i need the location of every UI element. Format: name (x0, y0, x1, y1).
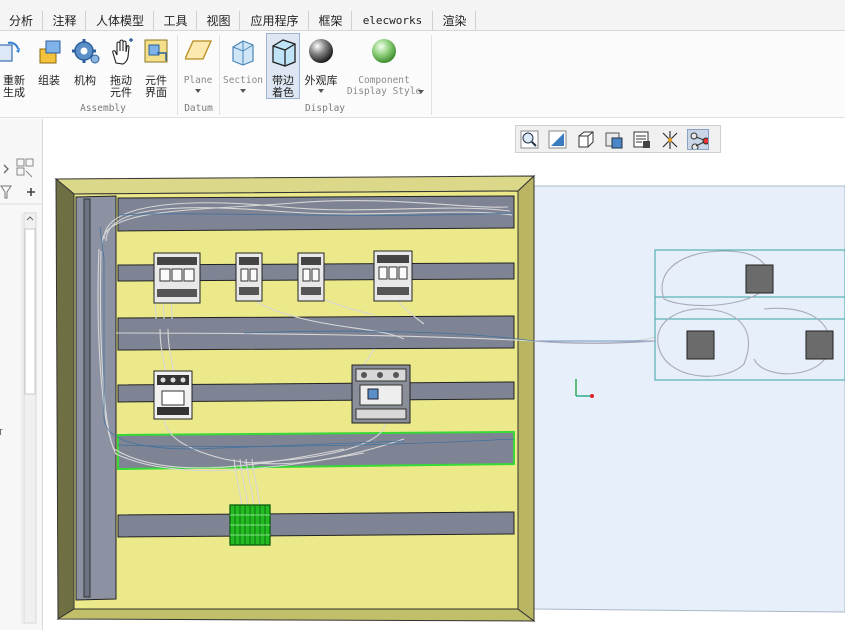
assemble-button[interactable]: 组装 (32, 35, 66, 101)
ribbon-toolbar: 重新 生成 组装 机构 拖动 元件 元件 界面 Plane Section 带边… (0, 31, 845, 118)
tree-edge-text: T (0, 428, 3, 437)
tab-render[interactable]: 渲染 (434, 11, 476, 31)
section-dropdown-arrow[interactable] (240, 89, 246, 93)
settings-grid-icon[interactable] (16, 158, 34, 178)
cabinet-bottom-bevel (56, 608, 536, 622)
contactor-k3[interactable] (297, 252, 325, 302)
tab-annotate[interactable]: 注释 (44, 11, 86, 31)
cabinet-left-edge (55, 177, 75, 620)
appearance-label: 外观库 (304, 74, 338, 87)
shaded-label-line2: 着色 (272, 86, 294, 99)
cabinet-right-edge (517, 174, 535, 622)
appearance-dropdown-arrow[interactable] (318, 89, 324, 93)
collapse-tree-icon[interactable] (3, 164, 9, 174)
tab-tools[interactable]: 工具 (155, 11, 197, 31)
contactor-k4[interactable] (373, 250, 413, 302)
section-label: Section (222, 75, 264, 86)
plane-dropdown-arrow[interactable] (195, 89, 201, 93)
section-icon (232, 40, 254, 66)
tab-applications[interactable]: 应用程序 (241, 11, 309, 31)
component-interface-label-line1: 元件 (145, 74, 167, 87)
gear-icon (72, 39, 100, 64)
tab-human-model[interactable]: 人体模型 (87, 11, 154, 31)
graphics-viewport[interactable] (44, 119, 845, 630)
component-display-style-button[interactable]: Component Display Style (342, 35, 426, 101)
regenerate-label-line2: 生成 (3, 86, 25, 99)
device-box-top[interactable] (745, 264, 774, 294)
device-box-left[interactable] (686, 330, 715, 360)
group-label-display: Display (304, 103, 346, 114)
mechanism-label: 机构 (74, 74, 96, 87)
graphics-view-toolbar (515, 125, 721, 153)
assemble-label: 组装 (38, 74, 60, 87)
motor-protection-breaker[interactable] (351, 364, 411, 424)
display-style-icon[interactable] (603, 129, 625, 150)
tab-view[interactable]: 视图 (198, 11, 240, 31)
component-interface-label-line2: 界面 (145, 86, 167, 99)
hand-icon (112, 38, 133, 65)
plane-button[interactable]: Plane (180, 35, 216, 101)
terminal-block[interactable] (229, 504, 271, 546)
tree-scrollbar[interactable] (23, 212, 37, 624)
contactor-k1[interactable] (153, 252, 201, 304)
group-label-datum: Datum (184, 103, 213, 114)
drag-label-line1: 拖动 (110, 74, 132, 87)
drag-label-line2: 元件 (110, 86, 132, 99)
component-display-dropdown-arrow[interactable] (418, 90, 424, 94)
component-interface-icon (144, 39, 168, 63)
section-button[interactable]: Section (222, 35, 264, 101)
cad-application-window: 分析 注释 人体模型 工具 视图 应用程序 框架 elecworks 渲染 重新… (0, 0, 845, 630)
saved-orientation-icon[interactable] (575, 129, 597, 150)
shaded-with-edges-button[interactable]: 带边 着色 (266, 33, 300, 99)
tab-framework[interactable]: 框架 (310, 11, 352, 31)
plane-icon (185, 40, 213, 60)
tab-analysis[interactable]: 分析 (0, 11, 43, 31)
view-manager-icon[interactable] (631, 129, 653, 150)
green-sphere-icon (372, 39, 396, 63)
selected-rail[interactable] (117, 430, 515, 471)
tab-elecworks[interactable]: elecworks (353, 11, 433, 31)
contactor-k2[interactable] (235, 252, 263, 302)
datum-display-icon[interactable] (659, 129, 681, 150)
regenerate-label-line1: 重新 (3, 74, 25, 87)
regenerate-icon (0, 41, 20, 62)
vertical-duct-rib (83, 198, 91, 598)
component-display-label-line1: Component (358, 75, 410, 86)
cube-shaded-icon (272, 39, 296, 67)
sphere-icon (309, 39, 333, 63)
component-display-label-line2: Display Style (346, 86, 422, 97)
model-tree-panel: T (0, 119, 43, 630)
component-interface-button[interactable]: 元件 界面 (139, 35, 173, 101)
device-box-right[interactable] (805, 330, 834, 360)
group-label-assembly: Assembly (80, 103, 126, 114)
contactor-k5[interactable] (153, 370, 193, 420)
ribbon-tab-bar: 分析 注释 人体模型 工具 视图 应用程序 框架 elecworks 渲染 (0, 0, 845, 31)
assemble-icon (39, 40, 61, 64)
add-icon[interactable] (27, 188, 35, 196)
shaded-label-line1: 带边 (272, 74, 294, 87)
regenerate-button[interactable]: 重新 生成 (0, 35, 28, 101)
zoom-icon[interactable] (519, 129, 541, 150)
3d-electrical-cabinet-model[interactable] (44, 119, 845, 630)
plane-label: Plane (183, 75, 213, 86)
appearance-gallery-button[interactable]: 外观库 (302, 35, 340, 101)
cable-display-icon[interactable] (687, 129, 709, 150)
drag-component-button[interactable]: 拖动 元件 (104, 35, 138, 101)
vertical-wire-duct[interactable] (75, 195, 117, 601)
refit-icon[interactable] (547, 129, 569, 150)
mechanism-button[interactable]: 机构 (68, 35, 102, 101)
filter-icon[interactable] (0, 185, 12, 199)
ribbon-group-separator (431, 35, 432, 115)
